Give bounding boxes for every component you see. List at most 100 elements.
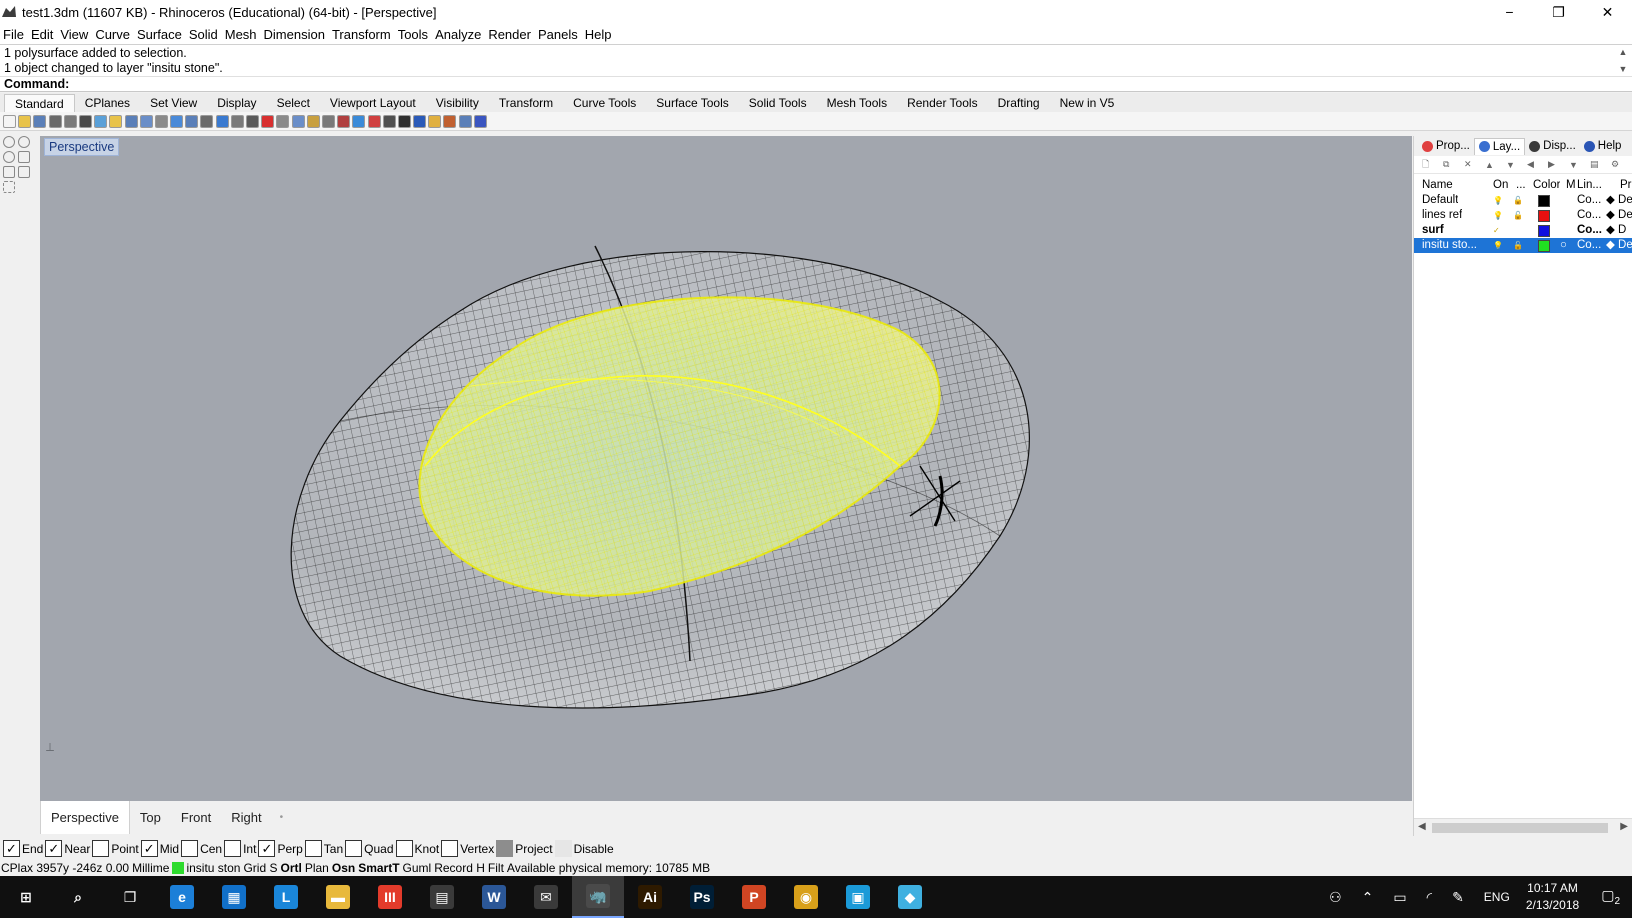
- mail-taskbar-button[interactable]: ✉: [520, 876, 572, 918]
- gumball-pane[interactable]: Guml: [403, 861, 432, 875]
- record-history-pane[interactable]: Record H: [434, 861, 485, 875]
- osnap-project[interactable]: Project: [496, 840, 553, 857]
- layer-color-swatch[interactable]: [1538, 224, 1550, 237]
- toolbar-command-icon[interactable]: [382, 114, 396, 128]
- toolbar-command-icon[interactable]: [33, 114, 47, 128]
- lumion-taskbar-button[interactable]: L: [260, 876, 312, 918]
- toolbar-command-icon[interactable]: [413, 114, 427, 128]
- menu-item-curve[interactable]: Curve: [95, 27, 130, 42]
- menu-item-dimension[interactable]: Dimension: [264, 27, 325, 42]
- viewport-tab-perspective[interactable]: Perspective: [40, 801, 130, 834]
- toolbar-command-icon[interactable]: [428, 114, 442, 128]
- menu-item-edit[interactable]: Edit: [31, 27, 53, 42]
- osnap-int[interactable]: Int: [224, 840, 256, 857]
- layer-print-color[interactable]: ◆ De: [1606, 208, 1632, 223]
- planar-pane[interactable]: Plan: [305, 861, 329, 875]
- col-name[interactable]: Name: [1422, 178, 1453, 193]
- toolbar-command-icon[interactable]: [170, 114, 184, 128]
- panel-tab-help[interactable]: Help: [1580, 138, 1626, 154]
- panel-tab-properties[interactable]: Prop...: [1418, 138, 1474, 154]
- col-linetype[interactable]: Lin...: [1577, 178, 1602, 193]
- store-taskbar-button[interactable]: ▦: [208, 876, 260, 918]
- new-layer-icon[interactable]: 🗋: [1422, 157, 1443, 173]
- toolbar-command-icon[interactable]: [246, 114, 259, 128]
- language-indicator[interactable]: ENG: [1484, 890, 1510, 904]
- toolbar-tab-new-in-v5[interactable]: New in V5: [1050, 94, 1125, 112]
- people-icon[interactable]: ⚇: [1329, 889, 1342, 906]
- panel-tab-display[interactable]: Disp...: [1525, 138, 1580, 154]
- start-taskbar-button[interactable]: ⊞: [0, 876, 52, 918]
- menu-item-help[interactable]: Help: [585, 27, 612, 42]
- new-sublayer-icon[interactable]: ⧉: [1443, 159, 1464, 170]
- point-tool-icon[interactable]: [18, 136, 30, 148]
- col-on[interactable]: On: [1493, 178, 1508, 193]
- toolbar-command-icon[interactable]: [200, 114, 214, 128]
- toolbar-command-icon[interactable]: [18, 114, 32, 128]
- toolbar-command-icon[interactable]: [443, 114, 457, 128]
- menu-item-panels[interactable]: Panels: [538, 27, 578, 42]
- move-down-icon[interactable]: ▼: [1506, 160, 1527, 170]
- show-hidden-icons-icon[interactable]: ⌃: [1362, 889, 1374, 906]
- viewport-perspective[interactable]: Perspective ⟂: [40, 136, 1412, 801]
- layer-row[interactable]: lines ref 💡 🔓 Co... ◆ De: [1414, 208, 1632, 223]
- toolbar-command-icon[interactable]: [48, 114, 62, 128]
- filter-icon[interactable]: ▼: [1569, 160, 1590, 170]
- layer-tools-icon[interactable]: ▤: [1590, 159, 1611, 170]
- menu-item-solid[interactable]: Solid: [189, 27, 218, 42]
- osnap-mid[interactable]: ✓ Mid: [140, 840, 179, 857]
- viewport-tab-top[interactable]: Top: [130, 801, 171, 834]
- layer-print-color[interactable]: ◆ De: [1606, 193, 1632, 208]
- osnap-checkbox[interactable]: ✓: [45, 840, 63, 857]
- close-button[interactable]: ✕: [1583, 0, 1632, 24]
- scroll-up-icon[interactable]: ▲: [1619, 45, 1628, 60]
- box-tool-icon[interactable]: [3, 166, 15, 178]
- menu-item-render[interactable]: Render: [488, 27, 531, 42]
- layer-visibility-icon[interactable]: 💡: [1493, 208, 1503, 223]
- smarttrack-pane[interactable]: SmartT: [358, 861, 399, 875]
- pen-icon[interactable]: ✎: [1452, 889, 1464, 906]
- layer-row[interactable]: insitu sto... 💡 🔓 ○ Co... ◆ De: [1414, 238, 1632, 253]
- toolbar-tab-transform[interactable]: Transform: [489, 94, 563, 112]
- osnap-checkbox[interactable]: [554, 840, 572, 857]
- osnap-quad[interactable]: Quad: [345, 840, 394, 857]
- rhino-taskbar-button[interactable]: 🦏: [572, 876, 624, 918]
- current-layer-pane[interactable]: insitu ston: [172, 861, 240, 875]
- layer-row[interactable]: Default 💡 🔓 Co... ◆ De: [1414, 193, 1632, 208]
- toolbar-command-icon[interactable]: [458, 114, 472, 128]
- toolbar-tab-select[interactable]: Select: [267, 94, 320, 112]
- viewport-tab-right[interactable]: Right: [221, 801, 271, 834]
- layer-linetype[interactable]: Co...: [1577, 208, 1601, 223]
- scroll-down-icon[interactable]: ▼: [1619, 62, 1628, 77]
- transform-tool-icon[interactable]: [3, 181, 15, 193]
- action-center-icon[interactable]: ▢2: [1601, 887, 1620, 907]
- layer-linetype[interactable]: Co...: [1577, 223, 1602, 238]
- menu-item-analyze[interactable]: Analyze: [435, 27, 481, 42]
- toolbar-tab-viewport-layout[interactable]: Viewport Layout: [320, 94, 426, 112]
- menu-item-transform[interactable]: Transform: [332, 27, 391, 42]
- toolbar-command-icon[interactable]: [63, 114, 77, 128]
- toolbar-command-icon[interactable]: [124, 114, 138, 128]
- restore-button[interactable]: ❐: [1534, 0, 1583, 24]
- toolbar-tab-surface-tools[interactable]: Surface Tools: [646, 94, 739, 112]
- osnap-cen[interactable]: Cen: [181, 840, 222, 857]
- toolbar-tab-set-view[interactable]: Set View: [140, 94, 207, 112]
- layer-lock-icon[interactable]: 🔓: [1513, 208, 1523, 223]
- task-view-taskbar-button[interactable]: ❐: [104, 876, 156, 918]
- viewport-tab-front[interactable]: Front: [171, 801, 221, 834]
- osnap-point[interactable]: Point: [92, 840, 139, 857]
- toolbar-command-icon[interactable]: [473, 114, 487, 128]
- toolbar-tab-render-tools[interactable]: Render Tools: [897, 94, 988, 112]
- osnap-tan[interactable]: Tan: [304, 840, 343, 857]
- toolbar-tab-drafting[interactable]: Drafting: [988, 94, 1050, 112]
- chrome-taskbar-button[interactable]: ◉: [780, 876, 832, 918]
- layer-material[interactable]: ○: [1560, 238, 1567, 253]
- toolbar-command-icon[interactable]: [276, 114, 290, 128]
- toolbar-command-icon[interactable]: [367, 114, 381, 128]
- toolbar-command-icon[interactable]: [94, 114, 108, 128]
- word-taskbar-button[interactable]: W: [468, 876, 520, 918]
- settings-icon[interactable]: ⚙: [1611, 159, 1632, 170]
- search-taskbar-button[interactable]: ⌕: [52, 876, 104, 918]
- units-pane[interactable]: Millime: [132, 861, 169, 875]
- panel-tab-layers[interactable]: Lay...: [1473, 137, 1526, 155]
- scroll-thumb[interactable]: [1432, 823, 1608, 833]
